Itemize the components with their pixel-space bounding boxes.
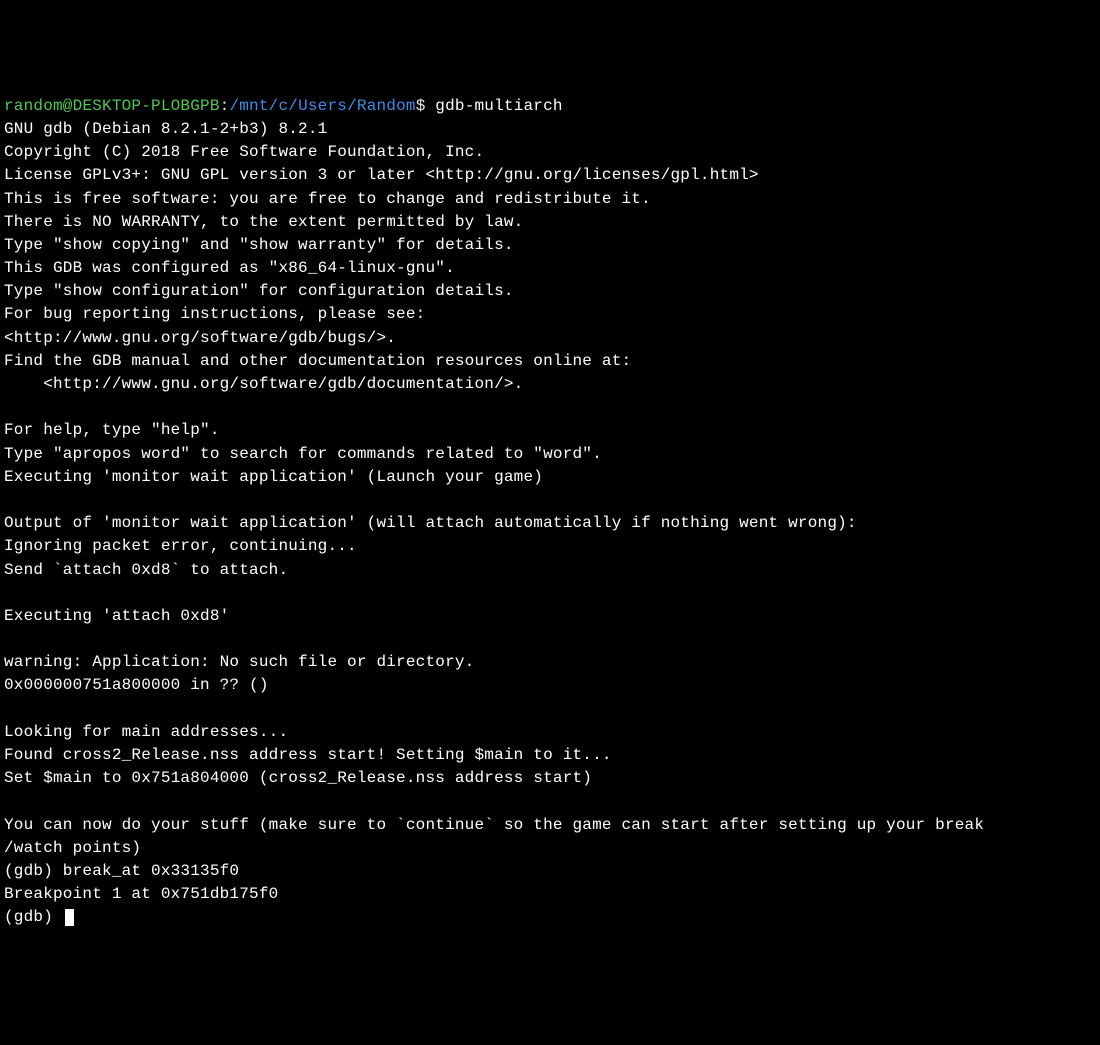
gdb-output-line: Type "show configuration" for configurat… xyxy=(4,282,514,300)
gdb-prompt-line: (gdb) break_at 0x33135f0 xyxy=(4,862,239,880)
gdb-output-line: GNU gdb (Debian 8.2.1-2+b3) 8.2.1 xyxy=(4,120,327,138)
gdb-output-line: Output of 'monitor wait application' (wi… xyxy=(4,514,857,532)
gdb-output-line: Looking for main addresses... xyxy=(4,723,288,741)
gdb-output-line: You can now do your stuff (make sure to … xyxy=(4,816,984,834)
gdb-output-line: Copyright (C) 2018 Free Software Foundat… xyxy=(4,143,484,161)
prompt-user-host: random@DESKTOP-PLOBGPB xyxy=(4,97,220,115)
gdb-output-line: Breakpoint 1 at 0x751db175f0 xyxy=(4,885,278,903)
gdb-output-line: Found cross2_Release.nss address start! … xyxy=(4,746,612,764)
gdb-output-line: License GPLv3+: GNU GPL version 3 or lat… xyxy=(4,166,759,184)
prompt-sep1: : xyxy=(220,97,230,115)
gdb-output-line: Find the GDB manual and other documentat… xyxy=(4,352,631,370)
gdb-output-line: Ignoring packet error, continuing... xyxy=(4,537,357,555)
gdb-output-line: warning: Application: No such file or di… xyxy=(4,653,474,671)
gdb-output-line: Type "apropos word" to search for comman… xyxy=(4,445,602,463)
gdb-prompt-current[interactable]: (gdb) xyxy=(4,908,63,926)
gdb-output-line: Type "show copying" and "show warranty" … xyxy=(4,236,514,254)
gdb-output-line: Set $main to 0x751a804000 (cross2_Releas… xyxy=(4,769,592,787)
prompt-path: /mnt/c/Users/Random xyxy=(229,97,415,115)
gdb-output-line: For help, type "help". xyxy=(4,421,220,439)
cursor-icon xyxy=(65,909,74,926)
gdb-output-line: For bug reporting instructions, please s… xyxy=(4,305,425,323)
gdb-output-line: Send `attach 0xd8` to attach. xyxy=(4,561,288,579)
terminal-window[interactable]: random@DESKTOP-PLOBGPB:/mnt/c/Users/Rand… xyxy=(4,95,1096,930)
gdb-output-line: This GDB was configured as "x86_64-linux… xyxy=(4,259,455,277)
gdb-output-line: 0x000000751a800000 in ?? () xyxy=(4,676,269,694)
gdb-output-line: <http://www.gnu.org/software/gdb/bugs/>. xyxy=(4,329,396,347)
gdb-output-line: Executing 'monitor wait application' (La… xyxy=(4,468,543,486)
prompt-sep2: $ xyxy=(416,97,436,115)
gdb-output-line: /watch points) xyxy=(4,839,141,857)
prompt-command: gdb-multiarch xyxy=(435,97,562,115)
gdb-output-line: Executing 'attach 0xd8' xyxy=(4,607,229,625)
gdb-output-line: This is free software: you are free to c… xyxy=(4,190,651,208)
gdb-output-line: There is NO WARRANTY, to the extent perm… xyxy=(4,213,523,231)
gdb-output-line: <http://www.gnu.org/software/gdb/documen… xyxy=(4,375,523,393)
